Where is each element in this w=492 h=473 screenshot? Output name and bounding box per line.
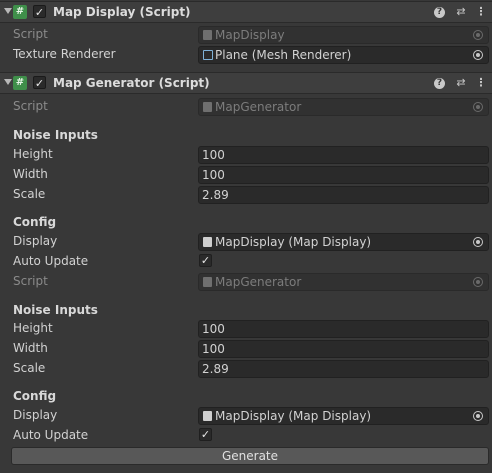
scale-field[interactable]: 2.89 [198, 186, 489, 204]
object-picker-icon[interactable] [473, 411, 483, 421]
context-menu-icon[interactable]: ⋮ [474, 5, 488, 19]
display-field-value: MapDisplay (Map Display) [215, 409, 372, 423]
auto-update-label: Auto Update [13, 428, 89, 442]
scale-label: Scale [13, 361, 46, 375]
map-display-enabled-checkbox[interactable]: ✓ [33, 5, 46, 19]
mesh-renderer-icon [203, 50, 213, 60]
object-picker-icon [473, 102, 483, 112]
display-label: Display [13, 234, 58, 248]
help-icon[interactable]: ? [434, 7, 445, 18]
script-file-icon [203, 30, 212, 40]
context-menu-icon[interactable]: ⋮ [474, 76, 488, 90]
map-generator-header[interactable]: # ✓ Map Generator (Script) ? ⇄ ⋮ [0, 72, 492, 94]
config-header: Config [13, 215, 57, 229]
object-picker-icon [473, 277, 483, 287]
generate-button[interactable]: Generate [11, 447, 489, 465]
display-field[interactable]: MapDisplay (Map Display) [198, 407, 489, 425]
auto-update-checkbox[interactable]: ✓ [199, 254, 212, 267]
script-icon: # [13, 76, 27, 90]
noise-inputs-header: Noise Inputs [13, 128, 98, 142]
script-file-icon [203, 277, 212, 287]
height-label: Height [13, 321, 53, 335]
map-generator-title: Map Generator (Script) [53, 76, 210, 90]
script-field: MapDisplay [198, 26, 489, 44]
script-file-icon [203, 102, 212, 112]
noise-inputs-header: Noise Inputs [13, 303, 98, 317]
map-display-title: Map Display (Script) [53, 5, 191, 19]
presets-icon[interactable]: ⇄ [454, 5, 468, 19]
presets-icon[interactable]: ⇄ [454, 76, 468, 90]
texture-renderer-value: Plane (Mesh Renderer) [215, 48, 352, 62]
auto-update-label: Auto Update [13, 254, 89, 268]
script-field: MapGenerator [198, 273, 489, 291]
help-icon[interactable]: ? [434, 78, 445, 89]
script-label: Script [13, 27, 48, 41]
script-field: MapGenerator [198, 98, 489, 116]
script-label: Script [13, 274, 48, 288]
map-display-header[interactable]: # ✓ Map Display (Script) ? ⇄ ⋮ [0, 1, 492, 23]
height-field[interactable]: 100 [198, 320, 489, 338]
height-field[interactable]: 100 [198, 146, 489, 164]
script-field-value: MapGenerator [215, 275, 302, 289]
display-field-value: MapDisplay (Map Display) [215, 235, 372, 249]
width-field[interactable]: 100 [198, 166, 489, 184]
width-label: Width [13, 341, 48, 355]
object-picker-icon[interactable] [473, 50, 483, 60]
script-icon: # [13, 5, 27, 19]
script-field-value: MapDisplay [215, 28, 285, 42]
scale-label: Scale [13, 187, 46, 201]
foldout-arrow-icon[interactable] [4, 8, 12, 14]
object-picker-icon[interactable] [473, 237, 483, 247]
scale-field[interactable]: 2.89 [198, 360, 489, 378]
foldout-arrow-icon[interactable] [4, 79, 12, 85]
height-label: Height [13, 147, 53, 161]
auto-update-checkbox[interactable]: ✓ [199, 428, 212, 441]
object-picker-icon [473, 30, 483, 40]
texture-renderer-label: Texture Renderer [13, 47, 116, 61]
map-generator-enabled-checkbox[interactable]: ✓ [33, 76, 46, 90]
config-header: Config [13, 389, 57, 403]
script-file-icon [203, 411, 212, 421]
script-label: Script [13, 99, 48, 113]
width-label: Width [13, 167, 48, 181]
display-field[interactable]: MapDisplay (Map Display) [198, 233, 489, 251]
script-field-value: MapGenerator [215, 100, 302, 114]
texture-renderer-field[interactable]: Plane (Mesh Renderer) [198, 46, 489, 64]
width-field[interactable]: 100 [198, 340, 489, 358]
script-file-icon [203, 237, 212, 247]
display-label: Display [13, 408, 58, 422]
